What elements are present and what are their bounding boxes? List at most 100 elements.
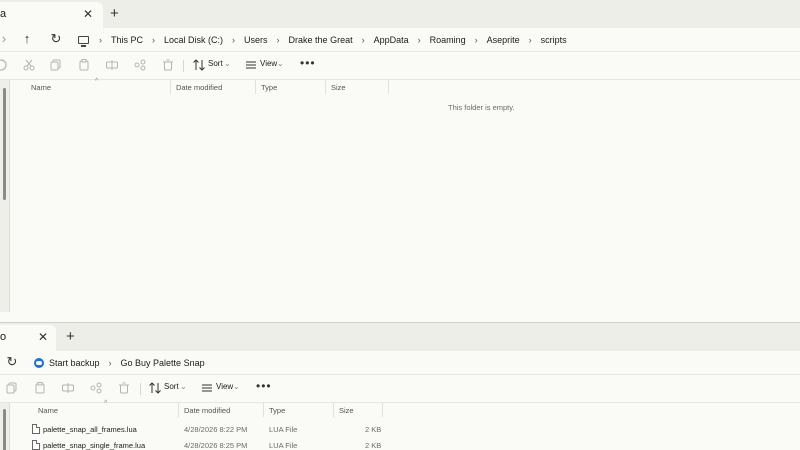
file-size: 2 KB [365,441,382,450]
breadcrumb-separator: › [417,35,421,45]
scrollbar-thumb[interactable] [3,88,6,200]
breadcrumb-scripts[interactable]: scripts [536,35,572,45]
file-name: palette_snap_single_frame.lua [43,441,146,450]
column-separator[interactable] [333,403,334,417]
view-icon [244,58,258,72]
up-icon[interactable]: ↑ [17,30,37,48]
backup-cloud-icon [34,358,44,368]
explorer-window-palette-snap: o ✕ + ↻ Start backup › Go Buy Palette Sn… [0,322,800,450]
sort-chevron-down-icon: ⌄ [180,382,187,391]
sort-ascending-icon: ^ [95,78,99,85]
tab-title: a [0,8,7,20]
column-separator[interactable] [263,403,264,417]
empty-folder-message: This folder is empty. [448,103,515,112]
tab-bar: a ✕ + [0,0,800,28]
rename-icon[interactable] [105,58,119,72]
command-bar: Sort ⌄ View ⌄ ••• [0,375,800,403]
column-header-size[interactable]: Size [339,406,354,415]
breadcrumb-this-pc[interactable]: This PC [106,35,148,45]
paste-icon[interactable] [33,381,47,395]
delete-icon[interactable] [117,381,131,395]
lua-file-icon [32,424,40,434]
refresh-icon[interactable]: ↻ [2,353,22,371]
navigation-pane-edge[interactable] [0,80,10,312]
breadcrumb-start-backup[interactable]: Start backup [49,358,105,368]
breadcrumb-appdata[interactable]: AppData [369,35,414,45]
file-list-pane: ^ Name Date modified Type Size This fold… [0,78,800,322]
sort-button[interactable]: Sort [208,59,223,68]
breadcrumb-roaming[interactable]: Roaming [425,35,471,45]
column-separator[interactable] [325,80,326,94]
column-separator[interactable] [388,80,389,94]
column-header-date-modified[interactable]: Date modified [176,83,222,92]
navigation-pane-edge[interactable] [0,403,10,450]
column-header-name[interactable]: Name [38,406,58,415]
breadcrumb: Start backup › Go Buy Palette Snap [34,351,210,375]
breadcrumb-users[interactable]: Users [239,35,273,45]
breadcrumb-user-folder[interactable]: Drake the Great [284,35,358,45]
tab-scripts[interactable]: a ✕ [0,2,103,28]
file-date-modified: 4/28/2026 8:22 PM [184,425,248,434]
view-button[interactable]: View [260,59,277,68]
this-pc-icon [78,36,89,47]
forward-icon[interactable]: › [0,30,14,48]
toolbar-divider [183,60,184,72]
sort-button[interactable]: Sort [164,382,179,391]
view-chevron-down-icon: ⌄ [277,59,284,68]
cut-icon[interactable] [22,58,36,72]
more-options-icon[interactable]: ••• [256,379,272,393]
column-header-type[interactable]: Type [261,83,277,92]
column-separator[interactable] [255,80,256,94]
sort-chevron-down-icon: ⌄ [224,59,231,68]
tab-title: o [0,331,7,343]
scrollbar-thumb[interactable] [3,409,6,450]
new-tab-button[interactable]: + [110,5,119,22]
breadcrumb-separator: › [474,35,478,45]
breadcrumb-separator: › [276,35,280,45]
refresh-icon[interactable]: ↻ [46,30,66,48]
file-size: 2 KB [365,425,382,434]
file-type: LUA File [269,425,298,434]
close-tab-icon[interactable]: ✕ [38,330,48,344]
share-icon[interactable] [133,58,147,72]
share-icon[interactable] [89,381,103,395]
tab-bar: o ✕ + [0,323,800,351]
breadcrumb-separator: › [152,35,156,45]
paste-icon[interactable] [77,58,91,72]
column-header-name[interactable]: Name [31,83,51,92]
file-row[interactable]: palette_snap_single_frame.lua 4/28/2026 … [30,438,390,450]
view-button[interactable]: View [216,382,233,391]
command-bar: Sort ⌄ View ⌄ ••• [0,52,800,80]
close-tab-icon[interactable]: ✕ [83,7,93,21]
copy-icon[interactable] [49,58,63,72]
copy-icon[interactable] [5,381,19,395]
breadcrumb-separator: › [108,358,112,368]
column-separator[interactable] [178,403,179,417]
new-icon[interactable] [0,58,8,72]
breadcrumb-go-buy-palette-snap[interactable]: Go Buy Palette Snap [116,358,210,368]
column-header-size[interactable]: Size [331,83,346,92]
column-separator[interactable] [382,403,383,417]
address-bar: › ↑ ↻ › This PC › Local Disk (C:) › User… [0,28,800,52]
new-tab-button[interactable]: + [66,328,75,345]
rename-icon[interactable] [61,381,75,395]
breadcrumb-separator: › [232,35,236,45]
column-header-date-modified[interactable]: Date modified [184,406,230,415]
toolbar-divider [140,383,141,395]
lua-file-icon [32,440,40,450]
sort-icon [192,58,206,72]
tab-palette-snap[interactable]: o ✕ [0,325,56,351]
file-row[interactable]: palette_snap_all_frames.lua 4/28/2026 8:… [30,422,390,438]
column-header-type[interactable]: Type [269,406,285,415]
breadcrumb-aseprite[interactable]: Aseprite [482,35,525,45]
file-date-modified: 4/28/2026 8:25 PM [184,441,248,450]
explorer-window-scripts: a ✕ + › ↑ ↻ › This PC › Local Disk (C:) … [0,0,800,322]
delete-icon[interactable] [161,58,175,72]
file-name: palette_snap_all_frames.lua [43,425,137,434]
sort-ascending-icon: ^ [104,400,108,407]
address-bar: ↻ Start backup › Go Buy Palette Snap [0,351,800,375]
breadcrumb: › This PC › Local Disk (C:) › Users › Dr… [78,28,572,52]
more-options-icon[interactable]: ••• [300,56,316,70]
breadcrumb-local-disk[interactable]: Local Disk (C:) [159,35,228,45]
column-separator[interactable] [170,80,171,94]
